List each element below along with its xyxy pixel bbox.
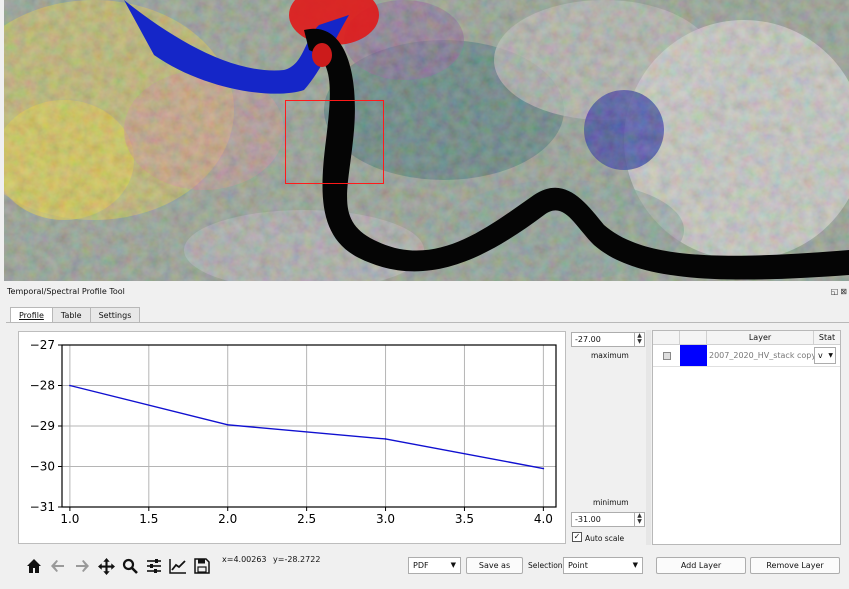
maximum-spinbox[interactable]: -27.00 ▲ ▼ [571, 332, 645, 347]
tab-profile[interactable]: Profile [10, 307, 53, 323]
configure-icon[interactable] [144, 556, 164, 576]
layer-color-swatch[interactable] [680, 345, 707, 366]
maximum-value: -27.00 [575, 335, 601, 344]
save-icon[interactable] [192, 556, 212, 576]
export-format-value: PDF [413, 561, 429, 570]
tab-bar: Profile Table Settings [10, 307, 141, 323]
layer-checkbox[interactable] [662, 351, 671, 360]
y-tick-label: −31 [30, 500, 55, 514]
close-panel-icon[interactable]: ⊠ [840, 287, 847, 296]
minimum-value: -31.00 [575, 515, 601, 524]
x-tick-label: 3.5 [455, 512, 474, 526]
x-tick-label: 1.0 [60, 512, 79, 526]
home-icon[interactable] [24, 556, 44, 576]
selection-label: Selection [528, 561, 563, 570]
layer-row-check-cell [653, 351, 680, 360]
y-coordinate-readout: y=-28.2722 [273, 555, 321, 564]
x-tick-label: 1.5 [139, 512, 158, 526]
tab-table-label: Table [60, 311, 82, 320]
x-coordinate-readout: x=4.00263 [222, 555, 267, 564]
panel-window-controls: ◱ ⊠ [831, 287, 847, 296]
x-tick-label: 2.5 [297, 512, 316, 526]
tab-profile-label: Profile [19, 311, 44, 320]
profile-chart[interactable]: 1.0 1.5 2.0 2.5 3.0 3.5 4.0 −27 −28 −29 −30 −31 [18, 331, 566, 544]
y-tick-label: −28 [30, 379, 55, 393]
zoom-icon[interactable] [120, 556, 140, 576]
chevron-down-icon: ▼ [632, 561, 638, 569]
maximum-label: maximum [591, 351, 629, 360]
layer-table-header: Layer Stat [653, 331, 840, 345]
map-canvas[interactable] [4, 0, 849, 281]
remove-layer-button[interactable]: Remove Layer [750, 557, 840, 574]
y-tick-label: −30 [30, 460, 55, 474]
layer-table: Layer Stat 2007_2020_HV_stack copy v ▼ [652, 330, 841, 545]
tab-settings-label: Settings [98, 311, 132, 320]
panel-title: Temporal/Spectral Profile Tool [7, 287, 125, 296]
x-tick-label: 3.0 [376, 512, 395, 526]
pan-icon[interactable] [96, 556, 116, 576]
spin-arrows-icon[interactable]: ▲ ▼ [634, 333, 644, 346]
layer-name: 2007_2020_HV_stack copy [709, 351, 814, 360]
forward-arrow-icon[interactable] [72, 556, 92, 576]
selection-rectangle [285, 100, 384, 184]
data-point [69, 384, 71, 387]
save-as-button[interactable]: Save as [466, 557, 523, 574]
selection-mode-value: Point [568, 561, 588, 570]
chevron-down-icon: ▼ [828, 352, 833, 359]
header-stat[interactable]: Stat [814, 331, 840, 344]
plot-toolbar [24, 556, 212, 576]
layer-stat-select[interactable]: v ▼ [814, 347, 836, 364]
autoscale-label: Auto scale [585, 534, 625, 543]
data-point [542, 467, 545, 470]
data-point [384, 438, 387, 440]
x-tick-label: 4.0 [534, 512, 553, 526]
export-format-select[interactable]: PDF ▼ [408, 557, 461, 574]
y-tick-label: −27 [30, 338, 55, 352]
selection-mode-select[interactable]: Point ▼ [563, 557, 643, 574]
minimum-label: minimum [593, 498, 629, 507]
chevron-down-icon: ▼ [450, 561, 456, 569]
tab-settings[interactable]: Settings [89, 307, 141, 323]
edit-curve-icon[interactable] [168, 556, 188, 576]
header-check[interactable] [653, 331, 680, 344]
layer-stat-value: v [818, 351, 823, 360]
header-layer[interactable]: Layer [707, 331, 814, 344]
splitter-handle[interactable] [646, 330, 651, 545]
add-layer-button[interactable]: Add Layer [656, 557, 746, 574]
header-color[interactable] [680, 331, 707, 344]
layer-row[interactable]: 2007_2020_HV_stack copy v ▼ [653, 345, 840, 367]
data-point [226, 423, 229, 426]
y-tick-label: −29 [30, 419, 55, 433]
back-arrow-icon[interactable] [48, 556, 68, 576]
minimum-spinbox[interactable]: -31.00 ▲ ▼ [571, 512, 645, 527]
float-panel-icon[interactable]: ◱ [831, 287, 839, 296]
spin-arrows-icon[interactable]: ▲ ▼ [634, 513, 644, 526]
autoscale-checkbox[interactable]: ✓ [572, 532, 582, 542]
x-tick-label: 2.0 [218, 512, 237, 526]
tab-table[interactable]: Table [51, 307, 91, 323]
